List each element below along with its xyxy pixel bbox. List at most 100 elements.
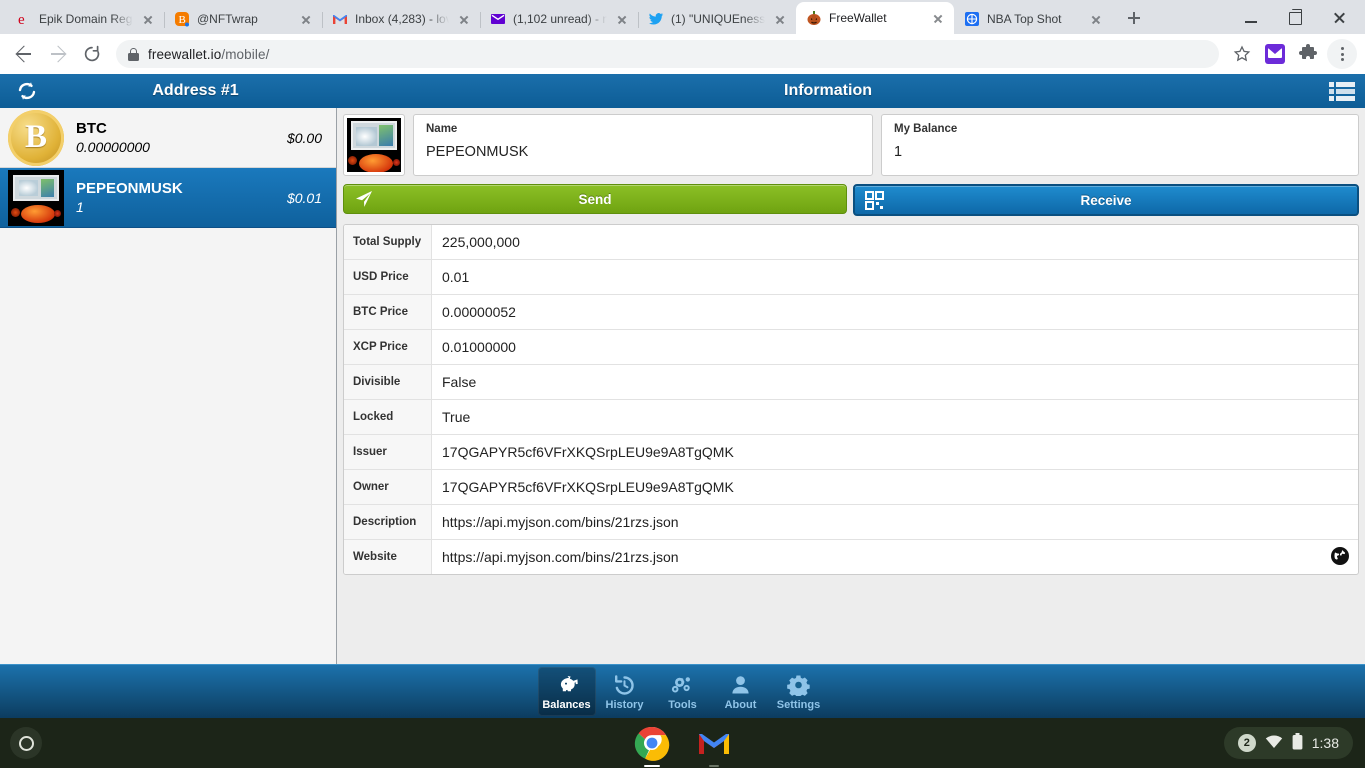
- freewallet-pumpkin-icon: [806, 10, 822, 26]
- tab-title: Epik Domain Regi: [39, 12, 133, 26]
- close-icon[interactable]: [614, 11, 630, 27]
- close-icon[interactable]: [772, 11, 788, 27]
- close-icon[interactable]: [930, 10, 946, 26]
- chrome-icon[interactable]: [633, 724, 671, 767]
- chromeos-shelf: 2 1:38: [0, 718, 1365, 768]
- puzzle-icon[interactable]: [1293, 39, 1323, 69]
- gears-icon: [670, 673, 695, 697]
- close-window-icon[interactable]: [1317, 1, 1361, 33]
- asset-fiat-value: $0.00: [286, 129, 322, 146]
- asset-row-btc[interactable]: B BTC 0.00000000 $0.00: [0, 108, 336, 168]
- row-key: Description: [344, 505, 432, 539]
- row-key: Website: [344, 540, 432, 574]
- table-row: Description https://api.myjson.com/bins/…: [344, 505, 1358, 540]
- url-domain: freewallet.io: [148, 46, 222, 62]
- epik-e-icon: e: [16, 11, 32, 28]
- lock-icon: [128, 47, 139, 61]
- pepeonmusk-thumbnail: [347, 118, 401, 172]
- asset-symbol: BTC: [76, 119, 107, 137]
- back-icon[interactable]: [8, 38, 40, 70]
- forward-icon[interactable]: [42, 38, 74, 70]
- close-icon[interactable]: [1088, 11, 1104, 27]
- asset-meta: PEPEONMUSK 1: [76, 179, 275, 217]
- clock-time: 1:38: [1311, 735, 1339, 751]
- nav-item-history[interactable]: History: [596, 667, 654, 716]
- row-value: 0.00000052: [442, 304, 516, 320]
- send-button[interactable]: Send: [343, 184, 847, 214]
- new-tab-button[interactable]: [1120, 4, 1148, 32]
- browser-tab-epik[interactable]: e Epik Domain Regi: [6, 4, 164, 34]
- nba-top-shot-icon: [964, 11, 980, 27]
- receive-button[interactable]: Receive: [853, 184, 1359, 216]
- svg-text:B: B: [179, 14, 186, 26]
- reload-icon[interactable]: [76, 38, 108, 70]
- row-value: 17QGAPYR5cf6VFrXKQSrpLEU9e9A8TgQMK: [442, 444, 734, 460]
- history-clock-icon: [613, 673, 636, 697]
- nav-item-tools[interactable]: Tools: [654, 667, 712, 716]
- tab-title: (1) "UNIQUEness: [671, 12, 765, 26]
- running-indicator: [643, 764, 660, 767]
- qr-code-icon: [865, 186, 884, 214]
- status-tray[interactable]: 2 1:38: [1223, 727, 1353, 759]
- maximize-icon[interactable]: [1273, 1, 1317, 33]
- asset-amount: 1: [76, 198, 84, 215]
- asset-symbol: PEPEONMUSK: [76, 179, 183, 197]
- address-bar[interactable]: freewallet.io/mobile/: [116, 40, 1219, 68]
- extension-icon[interactable]: [1265, 44, 1285, 64]
- person-icon: [730, 673, 751, 697]
- close-icon[interactable]: [298, 11, 314, 27]
- minimize-icon[interactable]: [1229, 1, 1273, 33]
- tab-title: (1,102 unread) - n: [513, 12, 607, 26]
- row-key: Owner: [344, 470, 432, 504]
- row-value: https://api.myjson.com/bins/21rzs.json: [442, 514, 679, 530]
- chrome-menu-icon[interactable]: [1327, 39, 1357, 69]
- asset-meta: BTC 0.00000000: [76, 119, 275, 157]
- tab-strip: e Epik Domain Regi B @NFTwrap Inbox (4,2…: [0, 0, 1365, 34]
- running-indicator: [708, 764, 719, 767]
- nav-label: History: [605, 698, 644, 711]
- app-header: Address #1 Information: [0, 74, 1365, 108]
- gear-icon: [787, 673, 810, 697]
- refresh-icon[interactable]: [0, 80, 54, 102]
- table-row: BTC Price 0.00000052: [344, 295, 1358, 330]
- browser-tab-yahoo-mail[interactable]: (1,102 unread) - n: [480, 4, 638, 34]
- pepeonmusk-thumbnail: [8, 169, 64, 226]
- chrome-browser-window: e Epik Domain Regi B @NFTwrap Inbox (4,2…: [0, 0, 1365, 718]
- row-value: 17QGAPYR5cf6VFrXKQSrpLEU9e9A8TgQMK: [442, 479, 734, 495]
- nav-label: About: [724, 698, 757, 711]
- row-key: XCP Price: [344, 330, 432, 364]
- row-key: Issuer: [344, 435, 432, 469]
- browser-tab-freewallet[interactable]: FreeWallet: [796, 2, 954, 34]
- table-row-website: Website https://api.myjson.com/bins/21rz…: [344, 540, 1358, 574]
- row-value: 0.01: [442, 269, 470, 285]
- send-label: Send: [578, 191, 612, 207]
- row-value: 225,000,000: [442, 234, 520, 250]
- browser-tab-twitter[interactable]: (1) "UNIQUEness: [638, 4, 796, 34]
- close-icon[interactable]: [456, 11, 472, 27]
- row-value: https://api.myjson.com/bins/21rzs.json: [442, 549, 679, 565]
- notification-count-badge: 2: [1237, 734, 1256, 752]
- table-row: USD Price 0.01: [344, 260, 1358, 295]
- bitcoin-coin-icon: B: [8, 109, 64, 166]
- nav-label: Balances: [542, 698, 591, 711]
- asset-fiat-value: $0.01: [286, 189, 322, 206]
- table-row: Divisible False: [344, 365, 1358, 400]
- nav-item-balances[interactable]: Balances: [537, 667, 596, 716]
- nav-item-settings[interactable]: Settings: [770, 667, 828, 716]
- row-key: Locked: [344, 400, 432, 434]
- globe-icon[interactable]: [1330, 546, 1350, 566]
- browser-tab-nba-top-shot[interactable]: NBA Top Shot: [954, 4, 1112, 34]
- nav-label: Tools: [668, 698, 697, 711]
- bookmark-star-icon[interactable]: [1227, 39, 1257, 69]
- bottom-navigation: Balances History Tools About Settings: [0, 664, 1365, 718]
- list-icon[interactable]: [1329, 82, 1355, 101]
- gmail-icon[interactable]: [695, 724, 733, 767]
- asset-row-pepeonmusk[interactable]: PEPEONMUSK 1 $0.01: [0, 168, 336, 228]
- url-path: /mobile/: [221, 46, 270, 62]
- freewallet-app: Address #1 Information B BTC 0.00000000 …: [0, 74, 1365, 718]
- browser-tab-inbox[interactable]: Inbox (4,283) - lov: [322, 4, 480, 34]
- nav-item-about[interactable]: About: [712, 667, 770, 716]
- row-value: False: [442, 374, 477, 390]
- close-icon[interactable]: [140, 11, 156, 27]
- browser-tab-nftwrap[interactable]: B @NFTwrap: [164, 4, 322, 34]
